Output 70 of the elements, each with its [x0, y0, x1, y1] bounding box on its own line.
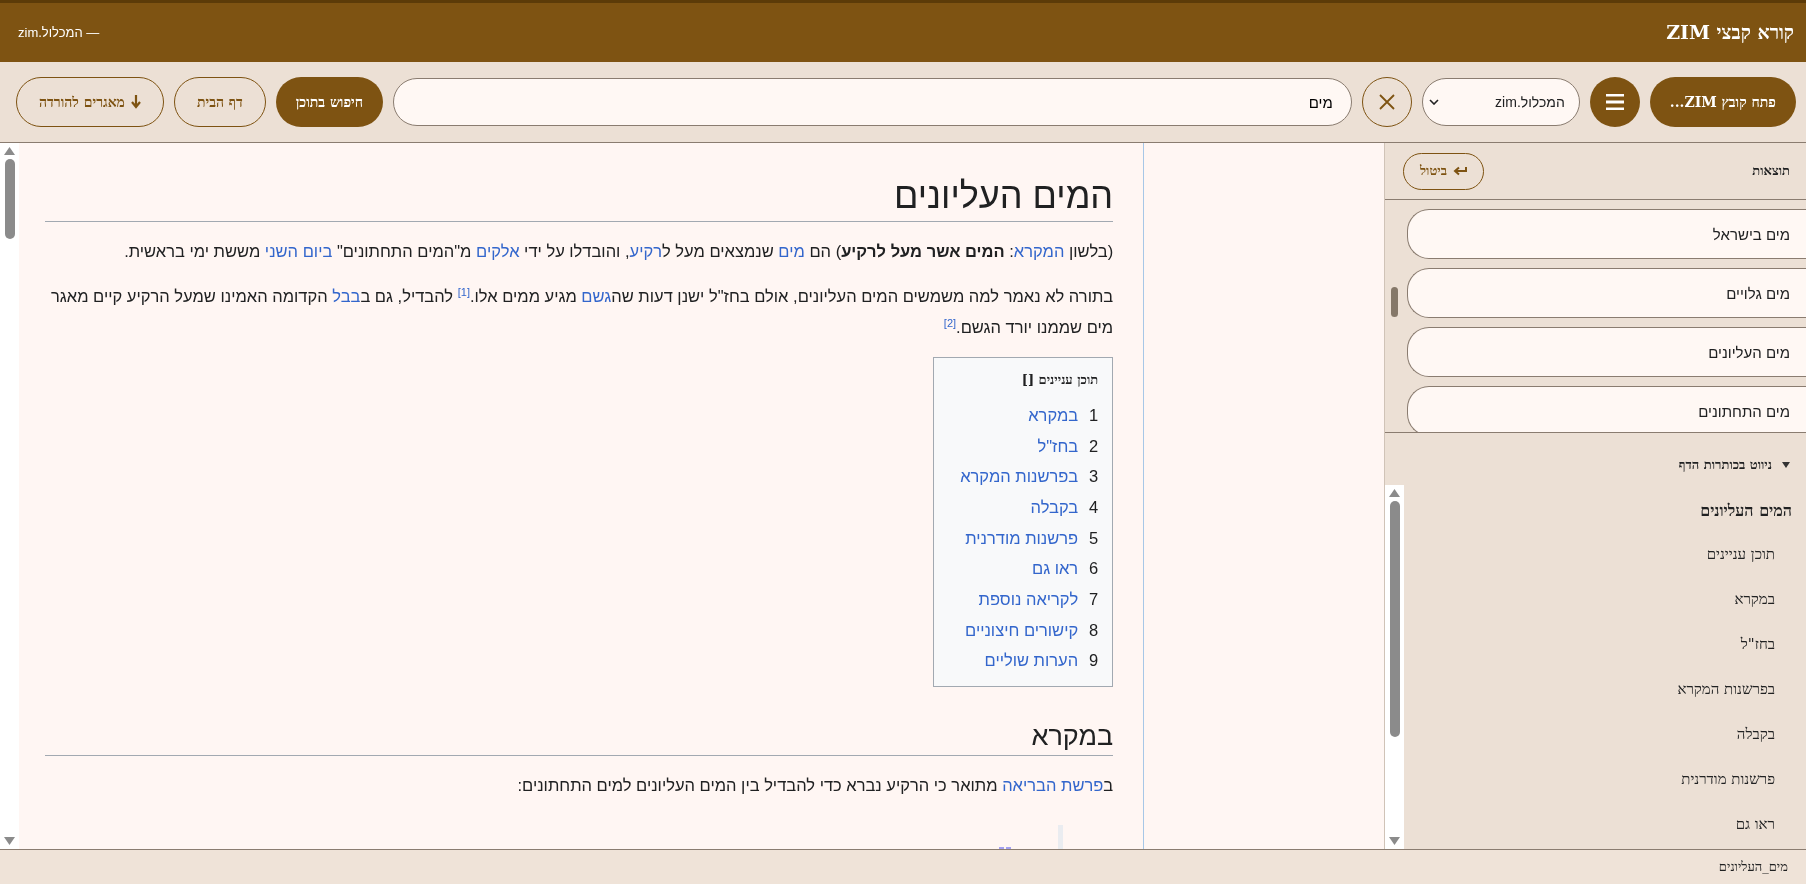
status-text: מים_העליונים	[1718, 859, 1788, 875]
nav-item[interactable]: המים העליונים	[1700, 501, 1792, 520]
scroll-down-icon[interactable]	[1389, 837, 1400, 845]
return-arrow-icon	[1452, 165, 1467, 177]
result-item[interactable]: מים העליונים	[1407, 327, 1806, 377]
link[interactable]: גשם	[581, 287, 612, 305]
scrollbar-thumb[interactable]	[1391, 287, 1398, 317]
scroll-down-icon[interactable]	[4, 837, 15, 845]
open-file-button[interactable]: פתח קובץ ZIM...	[1649, 77, 1796, 127]
library-select[interactable]: המכלול.zim	[1421, 78, 1580, 126]
nav-item[interactable]: בחז"ל	[1740, 634, 1775, 653]
toc-link[interactable]: בפרשנות המקרא	[960, 467, 1079, 487]
scroll-up-icon[interactable]	[4, 147, 15, 155]
link[interactable]: אלקים	[476, 242, 520, 260]
toc-link[interactable]: בחז"ל	[1037, 436, 1079, 456]
toc-number: 7	[1088, 589, 1099, 609]
nav-item[interactable]: במקרא	[1734, 589, 1775, 608]
toc-link[interactable]: לקריאה נוספת	[978, 589, 1079, 609]
section-heading: במקרא	[45, 721, 1114, 757]
nav-item[interactable]: בפרשנות המקרא	[1677, 679, 1775, 698]
download-arrow-icon	[130, 95, 141, 109]
link[interactable]: בבל	[332, 287, 361, 305]
article-title: המים העליונים	[45, 175, 1114, 222]
scrollbar[interactable]	[1385, 485, 1404, 849]
toc-link[interactable]: ראו גם	[1031, 559, 1079, 579]
footnote-link[interactable]: [2]	[943, 316, 957, 329]
nav-item[interactable]: בקבלה	[1736, 724, 1775, 743]
result-item[interactable]: מים התחתונים	[1407, 386, 1806, 432]
link[interactable]: ביום השני	[264, 242, 333, 260]
result-item[interactable]: מים בישראל	[1407, 209, 1806, 259]
link[interactable]: פרשת הבריאה	[1002, 776, 1104, 795]
scrollbar-thumb[interactable]	[1389, 501, 1400, 737]
toc-number: 6	[1088, 559, 1099, 579]
result-item[interactable]: מים גלויים	[1407, 268, 1806, 318]
nav-item[interactable]: פרשנות מודרנית	[1681, 769, 1775, 788]
toc-link[interactable]: בקבלה	[1030, 497, 1079, 517]
scroll-up-icon[interactable]	[1389, 489, 1400, 497]
paragraph: (בלשון המקרא: המים אשר מעל לרקיע) הם מים שנמצאים מעל לרקיע, והובדלו על ידי אלקים מ"המים התחתונים" ביום השני מששת ימי בראשית.	[123, 241, 1114, 262]
search-field[interactable]: מים	[393, 78, 1352, 126]
toc-number: 1	[1088, 405, 1099, 425]
scrollbar[interactable]	[0, 143, 19, 849]
app-title: קורא קבצי ZIM	[1666, 21, 1794, 44]
toc-number: 9	[1088, 651, 1099, 671]
nav-item[interactable]: ראו גם	[1735, 814, 1775, 833]
toc-number: 5	[1088, 528, 1099, 548]
toc-link[interactable]: קישורים חיצוניים	[965, 620, 1079, 640]
downloads-button[interactable]: מאגרים להורדה	[16, 77, 164, 127]
file-name: — המכלול.zim	[18, 25, 100, 40]
toc-title: תוכן עניינים []	[1020, 372, 1099, 388]
menu-button[interactable]	[1589, 77, 1640, 127]
close-icon	[1378, 94, 1395, 110]
toc-link[interactable]: הערות שוליים	[984, 651, 1079, 671]
search-button[interactable]: חיפוש בתוכן	[275, 77, 383, 127]
paragraph: בפרשת הבריאה מתואר כי הרקיע נברא כדי להבדיל בין המים העליונים למים התחתונים:	[516, 775, 1114, 797]
toc-number: 4	[1088, 497, 1099, 517]
toc-link[interactable]: פרשנות מודרנית	[965, 528, 1079, 548]
toc-number: 2	[1088, 436, 1099, 456]
footnote-link[interactable]: [1]	[457, 285, 470, 298]
link[interactable]: המקרא	[1013, 242, 1065, 260]
link[interactable]: רקיע	[629, 242, 662, 260]
toc-number: 3	[1088, 467, 1099, 487]
nav-toggle[interactable]: ניווט בכותרות הדף	[1385, 433, 1806, 485]
results-title: תוצאות	[1752, 163, 1790, 179]
chevron-down-icon	[1428, 99, 1439, 105]
toc-number: 8	[1088, 620, 1099, 640]
scrollbar-thumb[interactable]	[4, 159, 15, 239]
toc-link[interactable]: במקרא	[1028, 405, 1079, 425]
nav-item[interactable]: תוכן עניינים	[1706, 544, 1775, 563]
link[interactable]: מים	[778, 242, 805, 260]
menu-icon	[1605, 94, 1624, 110]
